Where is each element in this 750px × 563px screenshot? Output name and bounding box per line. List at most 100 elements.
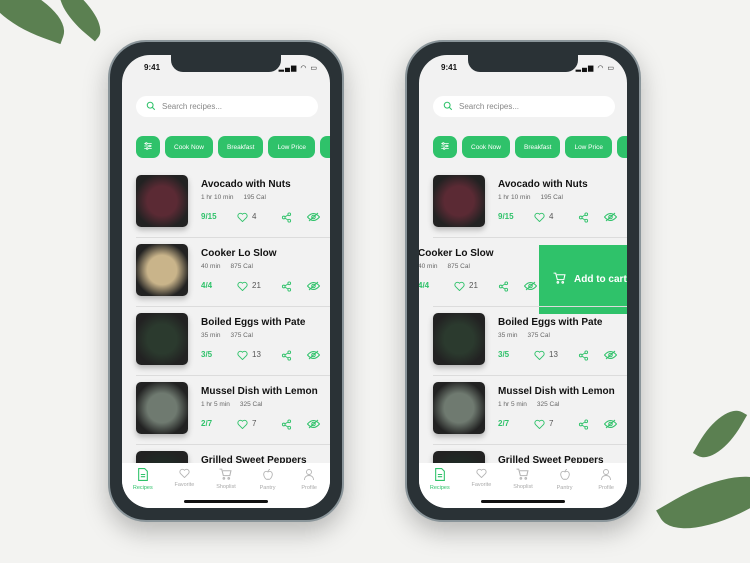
recipe-stats: 4/4 21 bbox=[419, 281, 548, 293]
likes-count: 7 bbox=[549, 419, 554, 428]
ingredients-progress: 3/5 bbox=[201, 350, 213, 359]
search-icon bbox=[146, 101, 156, 113]
recipe-list: Avocado with Nuts 1 hr 10 min 195 Cal 9/1… bbox=[419, 175, 627, 508]
status-time: 9:41 bbox=[144, 63, 161, 72]
recipe-meta: 35 min 375 Cal bbox=[498, 332, 550, 339]
heart-icon[interactable] bbox=[237, 212, 248, 224]
home-indicator bbox=[481, 500, 565, 503]
recipe-calories: 375 Cal bbox=[527, 332, 550, 339]
recipe-row[interactable]: Avocado with Nuts 1 hr 10 min 195 Cal 9/1… bbox=[419, 175, 627, 244]
recipe-list: Avocado with Nuts 1 hr 10 min 195 Cal 9/1… bbox=[122, 175, 330, 508]
tab-recipes[interactable]: Recipes bbox=[419, 463, 461, 508]
person-icon bbox=[600, 468, 612, 483]
recipe-time: 40 min bbox=[201, 263, 221, 270]
recipe-calories: 325 Cal bbox=[239, 401, 263, 408]
chip-cook-now[interactable]: Cook Now bbox=[462, 136, 510, 158]
filter-button[interactable] bbox=[136, 136, 160, 158]
heart-icon[interactable] bbox=[454, 281, 465, 293]
add-to-cart-button[interactable]: Add to cart bbox=[539, 245, 627, 314]
tab-label: Pantry bbox=[556, 485, 573, 491]
chip-breakfast[interactable]: Breakfast bbox=[217, 136, 264, 158]
heart-icon[interactable] bbox=[237, 419, 248, 431]
heart-icon[interactable] bbox=[534, 350, 545, 362]
hide-icon[interactable] bbox=[306, 212, 321, 224]
heart-icon[interactable] bbox=[534, 419, 545, 431]
recipe-row[interactable]: Mussel Dish with Lemon 1 hr 5 min 325 Cal… bbox=[122, 382, 330, 451]
heart-icon[interactable] bbox=[534, 212, 545, 224]
heart-icon[interactable] bbox=[237, 281, 248, 293]
search-input[interactable]: Search recipes... bbox=[136, 96, 318, 117]
ingredients-progress: 3/5 bbox=[498, 350, 510, 359]
tab-label: Shoplist bbox=[216, 484, 236, 490]
recipe-stats: 9/15 4 bbox=[201, 212, 330, 224]
status-icons: ▂▄▆ ◠ ▭ bbox=[278, 65, 318, 72]
share-icon[interactable] bbox=[498, 281, 509, 294]
share-icon[interactable] bbox=[281, 419, 292, 432]
chip-breakfast[interactable]: Breakfast bbox=[514, 136, 561, 158]
chip-cook-now[interactable]: Cook Now bbox=[165, 136, 213, 158]
recipe-meta: 35 min 375 Cal bbox=[201, 332, 253, 339]
recipe-title: Cooker Lo Slow bbox=[201, 248, 277, 259]
sliders-icon bbox=[143, 141, 153, 153]
chip-low-price[interactable]: Low Price bbox=[268, 136, 315, 158]
heart-icon[interactable] bbox=[237, 350, 248, 362]
likes-count: 4 bbox=[549, 212, 554, 221]
tab-label: Favorite bbox=[471, 482, 492, 488]
hide-icon[interactable] bbox=[603, 350, 618, 362]
hide-icon[interactable] bbox=[306, 419, 321, 431]
recipe-row[interactable]: Cooker Lo Slow 40 min 875 Cal 4/4 21 bbox=[122, 244, 330, 313]
hide-icon[interactable] bbox=[603, 212, 618, 224]
tab-label: Profile bbox=[301, 485, 317, 491]
share-icon[interactable] bbox=[281, 350, 292, 363]
recipe-image bbox=[433, 175, 485, 227]
share-icon[interactable] bbox=[578, 350, 589, 363]
recipe-calories: 875 Cal bbox=[447, 263, 470, 270]
apple-icon bbox=[262, 468, 274, 483]
recipe-calories: 325 Cal bbox=[536, 401, 560, 408]
chip-low-price[interactable]: Low Price bbox=[565, 136, 612, 158]
recipe-calories: 875 Cal bbox=[230, 263, 253, 270]
share-icon[interactable] bbox=[281, 212, 292, 225]
search-input[interactable]: Search recipes... bbox=[433, 96, 615, 117]
share-icon[interactable] bbox=[578, 212, 589, 225]
ingredients-progress: 2/7 bbox=[498, 419, 510, 428]
chip-more[interactable] bbox=[617, 136, 627, 158]
hide-icon[interactable] bbox=[306, 281, 321, 293]
recipe-row[interactable]: Mussel Dish with Lemon 1 hr 5 min 325 Cal… bbox=[419, 382, 627, 451]
likes-count: 13 bbox=[252, 350, 261, 359]
chip-more[interactable] bbox=[320, 136, 330, 158]
ingredients-progress: 4/4 bbox=[419, 281, 430, 290]
hide-icon[interactable] bbox=[523, 281, 538, 293]
filter-button[interactable] bbox=[433, 136, 457, 158]
recipe-row[interactable]: Cooker Lo Slow 40 min 875 Cal 4/4 21 Add … bbox=[419, 244, 627, 314]
tab-label: Favorite bbox=[174, 482, 195, 488]
recipe-stats: 3/5 13 bbox=[201, 350, 330, 362]
likes-count: 21 bbox=[469, 281, 478, 290]
recipe-title: Avocado with Nuts bbox=[498, 179, 588, 190]
recipe-image bbox=[433, 313, 485, 365]
hide-icon[interactable] bbox=[603, 419, 618, 431]
tab-profile[interactable]: Profile bbox=[288, 463, 330, 508]
home-indicator bbox=[184, 500, 268, 503]
tab-label: Recipes bbox=[132, 485, 153, 491]
share-icon[interactable] bbox=[281, 281, 292, 294]
recipe-meta: 1 hr 10 min 195 Cal bbox=[201, 194, 266, 201]
phone-mockup: 9:41 ▂▄▆ ◠ ▭ Search recipes... Cook Now B… bbox=[405, 40, 641, 522]
recipe-image bbox=[136, 244, 188, 296]
likes-count: 21 bbox=[252, 281, 261, 290]
recipe-row[interactable]: Avocado with Nuts 1 hr 10 min 195 Cal 9/1… bbox=[122, 175, 330, 244]
ingredients-progress: 2/7 bbox=[201, 419, 213, 428]
tab-label: Pantry bbox=[259, 485, 276, 491]
tab-profile[interactable]: Profile bbox=[585, 463, 627, 508]
recipe-row[interactable]: Boiled Eggs with Pate 35 min 375 Cal 3/5 … bbox=[419, 313, 627, 382]
status-icons: ▂▄▆ ◠ ▭ bbox=[575, 65, 615, 72]
hide-icon[interactable] bbox=[306, 350, 321, 362]
recipe-row[interactable]: Boiled Eggs with Pate 35 min 375 Cal 3/5 … bbox=[122, 313, 330, 382]
tab-recipes[interactable]: Recipes bbox=[122, 463, 164, 508]
ingredients-progress: 9/15 bbox=[201, 212, 217, 221]
notch bbox=[171, 55, 281, 72]
likes-count: 13 bbox=[549, 350, 558, 359]
search-icon bbox=[443, 101, 453, 113]
recipe-time: 1 hr 5 min bbox=[201, 401, 230, 408]
share-icon[interactable] bbox=[578, 419, 589, 432]
